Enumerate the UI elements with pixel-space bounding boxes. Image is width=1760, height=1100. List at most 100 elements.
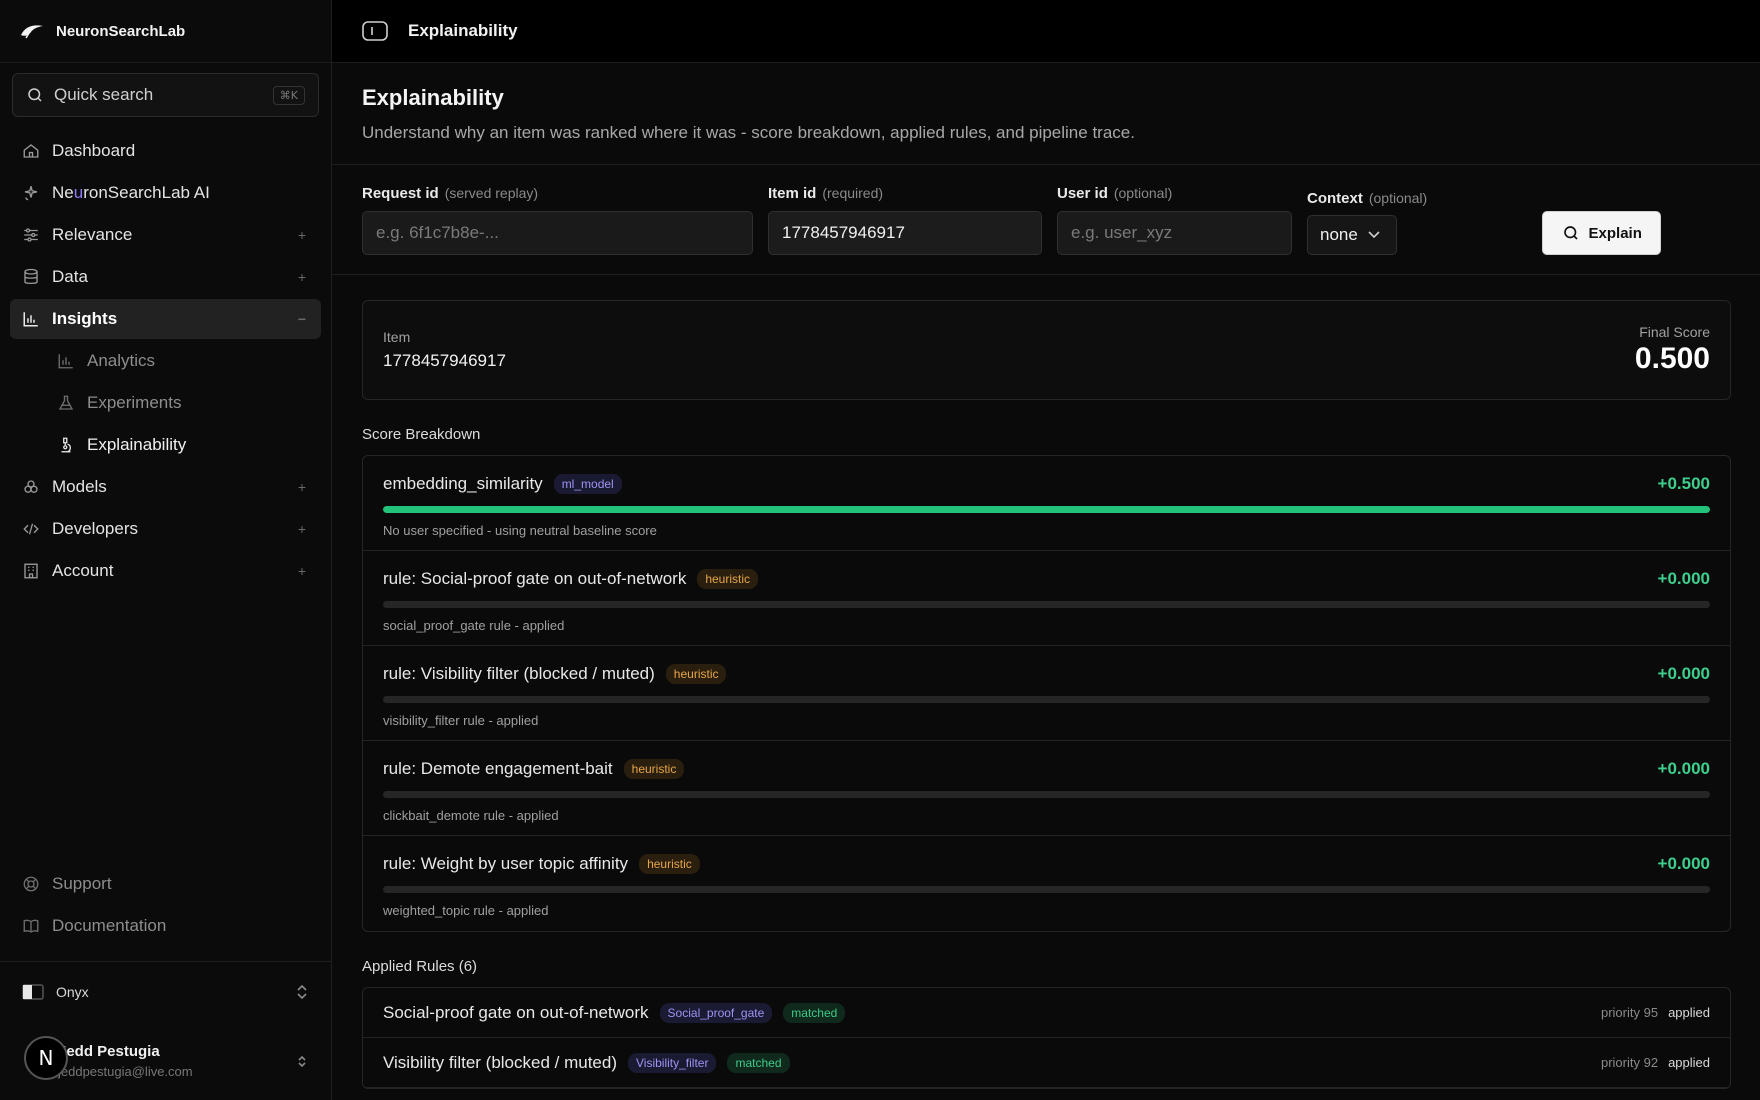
sparkle-icon — [22, 184, 40, 202]
explain-button[interactable]: Explain — [1542, 211, 1662, 255]
applied-rules: Social-proof gate on out-of-network Soci… — [362, 987, 1731, 1089]
quick-search-label: Quick search — [54, 85, 154, 104]
nav-explainability-label: Explainability — [87, 435, 187, 454]
explain-button-label: Explain — [1588, 224, 1642, 242]
search-icon — [28, 88, 42, 102]
documentation-link[interactable]: Documentation — [10, 905, 321, 947]
support-link[interactable]: Support — [10, 863, 321, 905]
rule-row[interactable]: Social-proof gate on out-of-network Soci… — [363, 988, 1730, 1038]
rule-badge: Visibility_filter — [628, 1052, 717, 1073]
cubes-icon — [22, 478, 40, 496]
brand[interactable]: NeuronSearchLab — [0, 0, 331, 63]
user-id-label: User id (optional) — [1057, 185, 1173, 202]
sidebar: NeuronSearchLab Quick search ⌘K Dashboar… — [0, 0, 332, 1100]
breakdown-note: No user specified - using neutral baseli… — [383, 523, 657, 538]
topbar-title: Explainability — [408, 21, 518, 40]
documentation-label: Documentation — [52, 916, 167, 935]
home-icon — [22, 142, 40, 160]
context-select[interactable]: none — [1307, 215, 1397, 255]
workspace-switcher[interactable]: Onyx — [0, 962, 331, 1022]
building-icon — [22, 562, 40, 580]
type-badge: heuristic — [697, 569, 759, 589]
user-menu[interactable]: N Jedd Pestugia jeddpestugia@live.com — [0, 1022, 331, 1100]
quick-search[interactable]: Quick search ⌘K — [12, 73, 319, 117]
rule-state: applied — [1668, 1055, 1710, 1070]
bar-chart-icon — [22, 310, 40, 328]
score-bar — [383, 791, 1710, 798]
brand-logo-icon — [21, 25, 43, 39]
score-bar — [383, 506, 1710, 513]
search-icon — [1563, 226, 1578, 240]
breakdown-note: visibility_filter rule - applied — [383, 713, 539, 728]
item-summary-card: Item 1778457946917 Final Score 0.500 — [362, 300, 1731, 400]
sliders-icon — [22, 226, 40, 244]
main-nav: Dashboard NeuronSearchLab AI Relevance +… — [0, 131, 331, 591]
microscope-icon — [57, 436, 75, 454]
shortcut-badge: ⌘K — [272, 85, 305, 105]
nav-experiments[interactable]: Experiments — [28, 383, 321, 423]
context-value: none — [1320, 225, 1358, 244]
expand-icon: + — [297, 521, 307, 537]
score-bar — [383, 886, 1710, 893]
score-bar — [383, 696, 1710, 703]
breakdown-name: embedding_similarity — [383, 474, 543, 493]
type-badge: ml_model — [553, 474, 622, 494]
type-badge: heuristic — [623, 759, 685, 779]
item-value: 1778457946917 — [383, 351, 506, 370]
nav-ai[interactable]: NeuronSearchLab AI — [10, 173, 321, 213]
score-breakdown: embedding_similarity ml_model +0.500 No … — [362, 455, 1731, 932]
nav-insights[interactable]: Insights − — [10, 299, 321, 339]
user-id-input[interactable]: e.g. user_xyz — [1057, 211, 1292, 255]
context-label: Context (optional) — [1307, 190, 1428, 207]
item-id-input[interactable]: 1778457946917 — [768, 211, 1042, 255]
breakdown-row: rule: Visibility filter (blocked / muted… — [363, 646, 1730, 741]
nav-developers[interactable]: Developers + — [10, 509, 321, 549]
nav-ai-label: NeuronSearchLab AI — [52, 183, 210, 202]
breakdown-note: clickbait_demote rule - applied — [383, 808, 559, 823]
user-id-field: User id (optional) e.g. user_xyz — [1057, 185, 1292, 255]
chevron-down-icon — [1368, 231, 1380, 239]
breakdown-value: +0.000 — [1657, 854, 1710, 873]
score-bar — [383, 601, 1710, 608]
item-label: Item — [383, 329, 411, 345]
breakdown-value: +0.000 — [1657, 569, 1710, 588]
breakdown-name: rule: Weight by user topic affinity — [383, 854, 629, 873]
support-label: Support — [52, 874, 112, 893]
expand-icon: + — [297, 269, 307, 285]
user-name: Jedd Pestugia — [58, 1043, 160, 1060]
breakdown-name: rule: Social-proof gate on out-of-networ… — [383, 569, 687, 588]
book-icon — [22, 917, 40, 935]
nav-relevance[interactable]: Relevance + — [10, 215, 321, 255]
nav-relevance-label: Relevance — [52, 225, 133, 244]
chart-icon — [57, 352, 75, 370]
rule-name: Social-proof gate on out-of-network — [383, 1002, 649, 1022]
nav-developers-label: Developers — [52, 519, 138, 538]
chevron-updown-icon — [298, 1055, 306, 1068]
expand-icon: + — [297, 479, 307, 495]
insights-subnav: Analytics Experiments Explainability — [28, 341, 331, 465]
breakdown-note: social_proof_gate rule - applied — [383, 618, 565, 633]
nav-explainability[interactable]: Explainability — [28, 425, 321, 465]
score-breakdown-title: Score Breakdown — [362, 426, 481, 443]
breakdown-row: rule: Demote engagement-bait heuristic +… — [363, 741, 1730, 836]
nav-analytics[interactable]: Analytics — [28, 341, 321, 381]
nav-account[interactable]: Account + — [10, 551, 321, 591]
sidebar-toggle-icon[interactable] — [362, 20, 388, 42]
code-icon — [22, 520, 40, 538]
breakdown-value: +0.000 — [1657, 664, 1710, 683]
explain-form: Request id (served replay) e.g. 6f1c7b8e-… — [332, 165, 1760, 275]
request-id-input[interactable]: e.g. 6f1c7b8e-... — [362, 211, 753, 255]
breakdown-value: +0.000 — [1657, 759, 1710, 778]
flask-icon — [57, 394, 75, 412]
rule-row[interactable]: Visibility filter (blocked / muted) Visi… — [363, 1038, 1730, 1088]
nav-analytics-label: Analytics — [87, 351, 156, 370]
nav-dashboard[interactable]: Dashboard — [10, 131, 321, 171]
nav-account-label: Account — [52, 561, 114, 580]
score-bar-fill — [383, 506, 1710, 513]
nav-models[interactable]: Models + — [10, 467, 321, 507]
final-score-value: 0.500 — [1634, 342, 1710, 375]
nav-data[interactable]: Data + — [10, 257, 321, 297]
topbar: Explainability — [332, 0, 1760, 63]
workspace-name: Onyx — [56, 984, 89, 1000]
context-field: Context (optional) none — [1307, 190, 1427, 255]
